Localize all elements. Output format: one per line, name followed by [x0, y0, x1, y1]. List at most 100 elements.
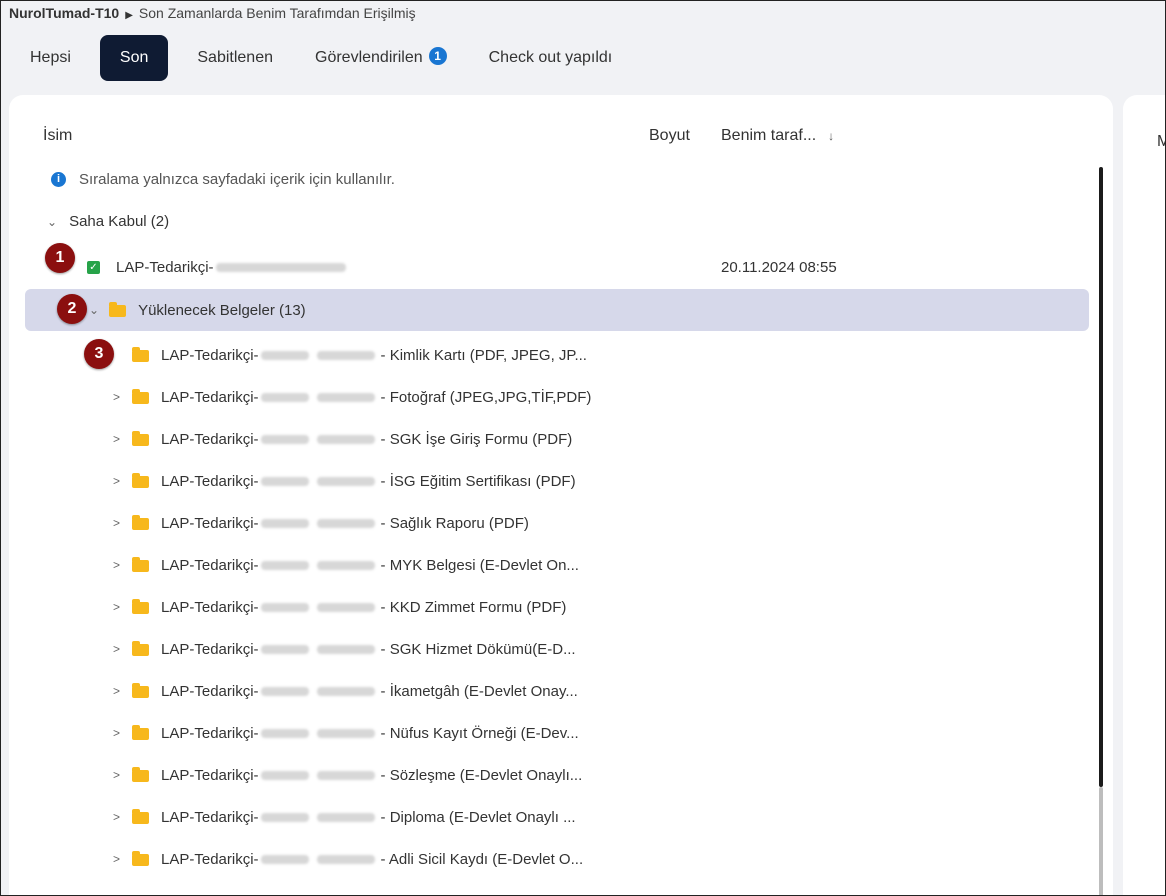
chevron-right-icon[interactable]: > — [113, 558, 120, 572]
redacted-text — [316, 476, 375, 486]
details-panel: M — [1123, 95, 1165, 895]
subfolder-prefix: LAP-Tedarikçi- — [161, 850, 259, 868]
list-item-subfolder[interactable]: > LAP-Tedarikçi- - MYK Belgesi (E-Devlet O… — [25, 544, 1089, 586]
chevron-right-icon[interactable]: > — [113, 768, 120, 782]
folder-name: Yüklenecek Belgeler (13) — [138, 301, 306, 319]
redacted-text — [316, 644, 375, 654]
subfolder-prefix: LAP-Tedarikçi- — [161, 472, 259, 490]
list-item-subfolder[interactable]: > LAP-Tedarikçi- - Sağlık Raporu (PDF) — [25, 502, 1089, 544]
tab-son[interactable]: Son — [99, 35, 169, 81]
tab-hepsi[interactable]: Hepsi — [17, 35, 84, 81]
column-header-size[interactable]: Boyut — [649, 127, 690, 145]
subfolder-suffix: - İSG Eğitim Sertifikası (PDF) — [380, 472, 576, 490]
list-item-subfolder[interactable]: > LAP-Tedarikçi- - İSG Eğitim Sertifikası … — [25, 460, 1089, 502]
redacted-text — [316, 518, 375, 528]
subfolder-suffix: - KKD Zimmet Formu (PDF) — [380, 598, 567, 616]
subfolder-prefix: LAP-Tedarikçi- — [161, 640, 259, 658]
breadcrumb-current: Son Zamanlarda Benim Tarafımdan Erişilmi… — [138, 5, 416, 21]
subfolder-prefix: LAP-Tedarikçi- — [161, 808, 259, 826]
redacted-text — [260, 560, 309, 570]
list-item-file[interactable]: ✓ LAP-Tedarikçi- 20.11.2024 08:55 — [25, 246, 1089, 288]
list-item-folder-selected[interactable]: ⌄ Yüklenecek Belgeler (13) — [25, 289, 1089, 331]
redacted-text — [260, 686, 309, 696]
chevron-right-icon[interactable]: > — [113, 642, 120, 656]
list-item-subfolder[interactable]: > LAP-Tedarikçi- - KKD Zimmet Formu (PDF) — [25, 586, 1089, 628]
annotation-marker-2: 2 — [57, 294, 87, 324]
sort-info-message: i Sıralama yalnızca sayfadaki içerik içi… — [51, 171, 395, 188]
chevron-right-icon[interactable]: > — [113, 474, 120, 488]
subfolder-suffix: - Adli Sicil Kaydı (E-Devlet O... — [380, 850, 584, 868]
chevron-right-icon[interactable]: > — [113, 726, 120, 740]
chevron-right-icon[interactable]: > — [113, 684, 120, 698]
subfolder-suffix: - MYK Belgesi (E-Devlet On... — [380, 556, 579, 574]
redacted-text — [316, 602, 375, 612]
group-label: Saha Kabul (2) — [69, 213, 170, 230]
redacted-text — [260, 476, 309, 486]
chevron-right-icon[interactable]: > — [113, 852, 120, 866]
redacted-text — [316, 350, 375, 360]
subfolder-prefix: LAP-Tedarikçi- — [161, 556, 259, 574]
subfolder-prefix: LAP-Tedarikçi- — [161, 766, 259, 784]
chevron-right-icon[interactable]: > — [113, 516, 120, 530]
tab-gorevlendirilen-label: Görevlendirilen — [315, 49, 423, 66]
redacted-text — [260, 854, 309, 864]
list-item-subfolder[interactable]: > LAP-Tedarikçi- - Adli Sicil Kaydı (E-Dev… — [25, 838, 1089, 880]
folder-icon — [132, 725, 150, 740]
list-item-subfolder[interactable]: > LAP-Tedarikçi- - İkametgâh (E-Devlet Ona… — [25, 670, 1089, 712]
app-frame: NurolTumad-T10 ▶ Son Zamanlarda Benim Tara… — [0, 0, 1166, 896]
redacted-text — [260, 770, 309, 780]
column-header-accessed[interactable]: Benim taraf... ↓ — [721, 127, 834, 145]
list-item-subfolder[interactable]: > LAP-Tedarikçi- - Fotoğraf (JPEG,JPG,TİF,… — [25, 376, 1089, 418]
subfolder-prefix: LAP-Tedarikçi- — [161, 346, 259, 364]
tab-sabitlenen[interactable]: Sabitlenen — [184, 35, 286, 81]
scrollbar-thumb[interactable] — [1099, 167, 1103, 787]
folder-icon — [132, 809, 150, 824]
sort-arrow-down-icon[interactable]: ↓ — [828, 129, 834, 143]
folder-icon — [132, 347, 150, 362]
redacted-text — [260, 728, 309, 738]
subfolder-prefix: LAP-Tedarikçi- — [161, 514, 259, 532]
subfolder-suffix: - Diploma (E-Devlet Onaylı ... — [380, 808, 576, 826]
subfolder-suffix: - SGK İşe Giriş Formu (PDF) — [380, 430, 573, 448]
chevron-down-icon[interactable]: ⌄ — [47, 215, 57, 229]
annotation-marker-3: 3 — [84, 339, 114, 369]
chevron-right-icon[interactable]: > — [113, 810, 120, 824]
subfolder-suffix: - Sözleşme (E-Devlet Onaylı... — [380, 766, 583, 784]
folder-icon — [132, 557, 150, 572]
breadcrumb-root[interactable]: NurolTumad-T10 — [9, 5, 119, 21]
list-item-subfolder[interactable]: > LAP-Tedarikçi- - Diploma (E-Devlet Onayl… — [25, 796, 1089, 838]
tab-check-out[interactable]: Check out yapıldı — [476, 35, 626, 81]
chevron-right-icon[interactable]: > — [113, 600, 120, 614]
file-name: LAP-Tedarikçi- — [116, 258, 214, 276]
chevron-right-icon[interactable]: > — [113, 432, 120, 446]
tab-gorevlendirilen[interactable]: Görevlendirilen 1 — [302, 35, 460, 81]
folder-icon — [132, 473, 150, 488]
scrollbar-track[interactable] — [1099, 787, 1103, 895]
group-header-saha-kabul[interactable]: ⌄ Saha Kabul (2) — [47, 213, 169, 230]
chevron-right-icon[interactable]: > — [113, 390, 120, 404]
folder-icon — [132, 851, 150, 866]
redacted-text — [316, 728, 375, 738]
file-date: 20.11.2024 08:55 — [721, 258, 837, 276]
list-item-subfolder[interactable]: > LAP-Tedarikçi- - SGK İşe Giriş Formu (PD… — [25, 418, 1089, 460]
folder-icon — [132, 767, 150, 782]
column-header-name[interactable]: İsim — [43, 127, 72, 145]
subfolder-suffix: - SGK Hizmet Dökümü(E-D... — [380, 640, 576, 658]
redacted-text — [260, 812, 309, 822]
list-item-subfolder[interactable]: > LAP-Tedarikçi- - SGK Hizmet Dökümü(E-D..… — [25, 628, 1089, 670]
folder-icon — [109, 302, 127, 317]
redacted-text — [316, 812, 375, 822]
list-item-subfolder[interactable]: >LAP-Tedarikçi-- Kimlik Kartı (PDF, JPEG… — [25, 334, 1089, 376]
details-panel-label: M — [1157, 133, 1165, 151]
list-item-subfolder[interactable]: > LAP-Tedarikçi- - Sözleşme (E-Devlet Onay… — [25, 754, 1089, 796]
redacted-text — [260, 644, 309, 654]
list-item-subfolder[interactable]: > LAP-Tedarikçi- - Nüfus Kayıt Örneği (E-D… — [25, 712, 1089, 754]
subfolder-prefix: LAP-Tedarikçi- — [161, 598, 259, 616]
folder-icon — [132, 683, 150, 698]
breadcrumb: NurolTumad-T10 ▶ Son Zamanlarda Benim Tara… — [9, 5, 416, 21]
folder-icon — [132, 515, 150, 530]
subfolder-suffix: - Nüfus Kayıt Örneği (E-Dev... — [380, 724, 579, 742]
sort-info-text: Sıralama yalnızca sayfadaki içerik için … — [79, 171, 395, 188]
redacted-text — [260, 434, 309, 444]
chevron-down-icon[interactable]: ⌄ — [89, 303, 99, 317]
